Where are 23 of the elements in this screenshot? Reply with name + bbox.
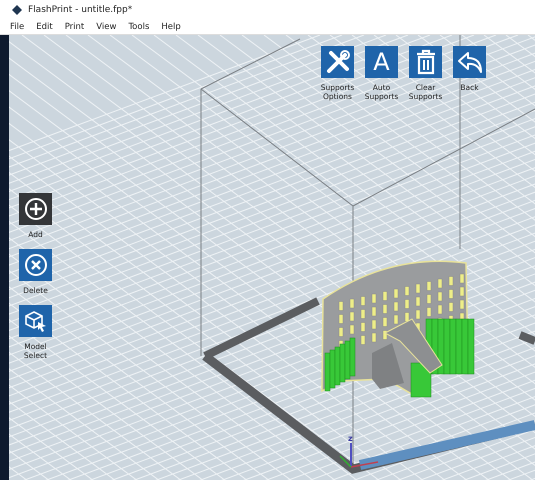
menu-item[interactable]: Help [161, 22, 181, 32]
menu-item[interactable]: View [96, 22, 116, 32]
tools-icon [324, 49, 350, 75]
axes-drawing [339, 443, 378, 468]
toolbar-button[interactable] [321, 46, 354, 78]
tool-button[interactable] [19, 249, 52, 281]
letter-icon: A [373, 50, 390, 74]
plus-icon [24, 197, 48, 221]
menu-item[interactable]: File [10, 22, 24, 32]
tool-button[interactable] [19, 193, 52, 225]
menu-item[interactable]: Print [64, 22, 84, 32]
menu-item[interactable]: Tools [128, 22, 150, 32]
close-icon [24, 253, 48, 277]
toolbar-button[interactable] [409, 46, 442, 78]
window-title: FlashPrint - untitle.fpp* [28, 5, 132, 15]
axis-label: z [348, 434, 353, 443]
back-arrow-icon [456, 50, 482, 74]
toolbar-button[interactable] [453, 46, 486, 78]
cube-cursor-icon [24, 309, 48, 333]
tool-button[interactable] [19, 305, 52, 337]
menu-item[interactable]: Edit [36, 22, 53, 32]
diamond-icon [12, 5, 22, 15]
toolbar-button[interactable]: A [365, 46, 398, 78]
